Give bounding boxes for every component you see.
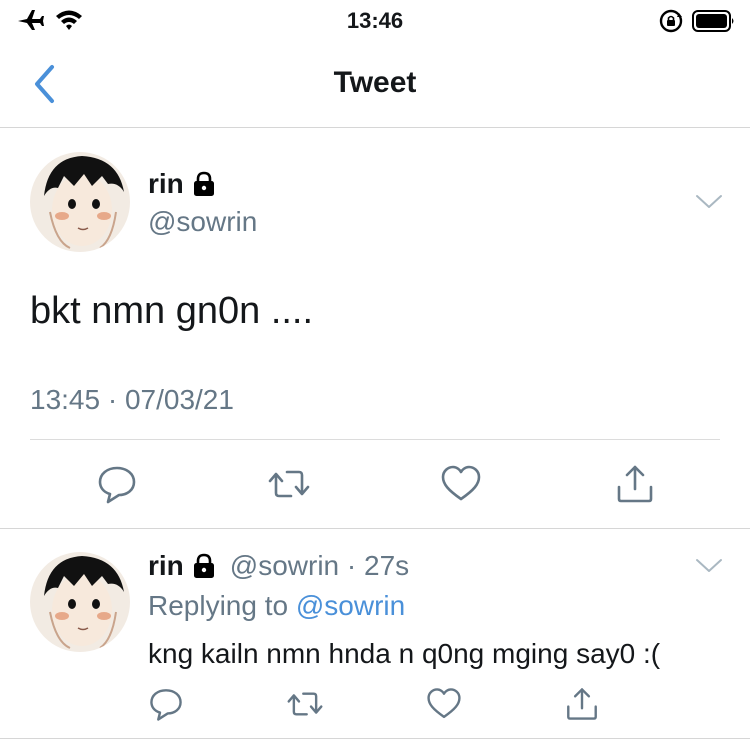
page-title: Tweet	[333, 66, 417, 99]
retweet-button[interactable]	[267, 462, 311, 506]
author-row[interactable]: rin	[148, 168, 216, 200]
chevron-down-icon	[696, 559, 722, 572]
replying-to: Replying to @sowrin	[148, 590, 405, 622]
nav-bar: Tweet	[0, 40, 750, 128]
reply-button[interactable]	[95, 462, 139, 506]
more-options-button[interactable]	[694, 192, 724, 212]
like-icon	[441, 465, 481, 501]
share-button[interactable]	[613, 462, 657, 506]
mention-link[interactable]: @sowrin	[296, 590, 405, 621]
reply-icon	[98, 466, 136, 504]
status-time: 13:46	[346, 8, 404, 33]
share-icon	[617, 465, 653, 503]
reply-icon	[150, 689, 182, 721]
author-handle[interactable]: @sowrin	[148, 206, 257, 238]
more-options-button[interactable]	[694, 556, 724, 576]
tweet-timestamp: 13:45 · 07/03/21	[30, 384, 234, 415]
status-right	[658, 8, 736, 39]
retweet-button[interactable]	[285, 684, 325, 724]
share-button[interactable]	[562, 684, 602, 724]
avatar[interactable]	[30, 552, 130, 652]
status-bar: 13:46	[0, 0, 750, 40]
replying-to-label: Replying to	[148, 590, 289, 621]
like-button[interactable]	[439, 462, 483, 506]
tweet-text: bkt nmn gn0n ....	[30, 290, 314, 332]
reply-button[interactable]	[146, 684, 186, 724]
display-name[interactable]: rin	[148, 550, 184, 582]
avatar[interactable]	[30, 152, 130, 252]
divider	[0, 528, 750, 529]
lock-icon	[192, 171, 216, 197]
display-name[interactable]: rin	[148, 168, 184, 200]
divider	[0, 738, 750, 739]
divider	[30, 439, 720, 440]
reply-text: kng kailn nmn hnda n q0ng mging say0 :(	[148, 638, 661, 669]
retweet-icon	[287, 692, 323, 716]
like-button[interactable]	[424, 684, 464, 724]
reply-handle-time: @sowrin · 27s	[229, 550, 410, 581]
like-icon	[427, 688, 461, 719]
battery-icon	[692, 9, 736, 38]
share-icon	[567, 688, 597, 720]
lock-icon	[192, 553, 216, 579]
reply-author-row[interactable]: rin @sowrin · 27s	[148, 550, 409, 582]
retweet-icon	[268, 470, 310, 498]
rotation-lock-icon	[658, 8, 684, 39]
chevron-down-icon	[696, 195, 722, 208]
